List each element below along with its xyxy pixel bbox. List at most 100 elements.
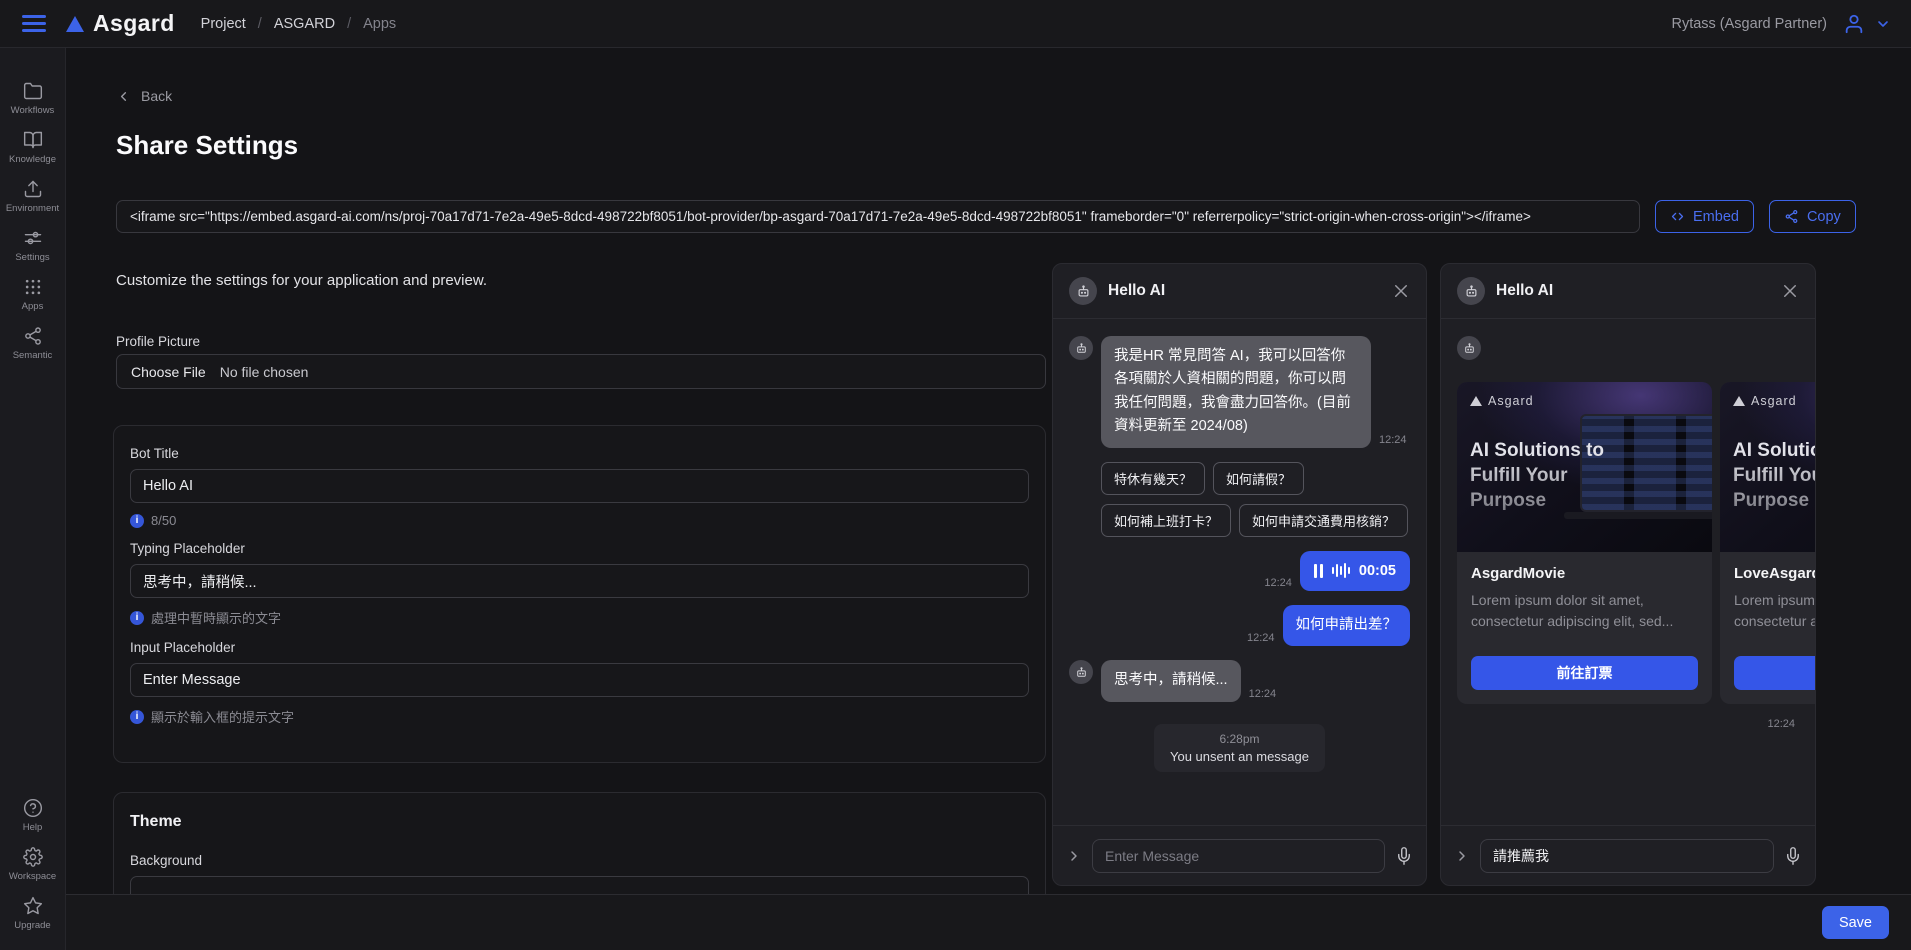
sidebar-item-label: Help <box>23 822 43 833</box>
account-name: Rytass (Asgard Partner) <box>1671 16 1827 32</box>
message-timestamp: 12:24 <box>1457 718 1795 732</box>
sidebar-item-workspace[interactable]: Workspace <box>0 840 65 889</box>
bot-title-counter: 8/50 <box>151 513 176 528</box>
sidebar-item-label: Environment <box>6 203 59 214</box>
input-placeholder-input[interactable] <box>130 663 1029 697</box>
close-icon[interactable] <box>1392 282 1410 300</box>
sidebar-item-label: Settings <box>15 252 49 263</box>
chevron-right-icon[interactable] <box>1066 848 1082 864</box>
quick-replies-row-1: 特休有幾天？ 如何請假？ <box>1101 462 1410 495</box>
copy-button[interactable]: Copy <box>1769 200 1856 233</box>
sidebar-item-label: Knowledge <box>9 154 56 165</box>
quick-reply-chip[interactable]: 如何補上班打卡？ <box>1101 504 1231 537</box>
sidebar-item-semantic[interactable]: Semantic <box>0 319 65 368</box>
profile-picture-file-input[interactable]: Choose File No file chosen <box>116 354 1046 389</box>
sidebar-item-environment[interactable]: Environment <box>0 172 65 221</box>
back-button[interactable]: Back <box>116 88 172 104</box>
chevron-left-icon <box>116 89 131 104</box>
bot-avatar-icon <box>1457 277 1485 305</box>
logo-triangle-icon <box>66 16 84 32</box>
embed-code-input[interactable] <box>116 200 1640 233</box>
close-icon[interactable] <box>1781 282 1799 300</box>
card-hero-image: Asgard AI Solutions to Fulfill Your Purp… <box>1457 382 1712 552</box>
menu-icon[interactable] <box>22 15 46 32</box>
chat2-input-bar <box>1441 825 1815 885</box>
pause-icon[interactable] <box>1314 564 1323 578</box>
chat2-message-input[interactable] <box>1480 839 1774 873</box>
choose-file-button[interactable]: Choose File <box>131 364 206 380</box>
sidebar-item-upgrade[interactable]: Upgrade <box>0 889 65 938</box>
card-body: AsgardMovie Lorem ipsum dolor sit amet, … <box>1457 552 1712 704</box>
logo-triangle-icon <box>1733 396 1745 406</box>
chat1-input-bar <box>1053 825 1426 885</box>
card-asgardmovie[interactable]: Asgard AI Solutions to Fulfill Your Purp… <box>1457 382 1712 704</box>
chat1-title: Hello AI <box>1108 282 1165 300</box>
typing-placeholder-helper-row: 處理中暫時顯示的文字 <box>130 608 1029 627</box>
microphone-icon[interactable] <box>1395 847 1413 865</box>
chevron-right-icon[interactable] <box>1454 848 1470 864</box>
bot-avatar-icon <box>1069 336 1093 360</box>
bot-avatar-icon <box>1069 660 1093 684</box>
card-loveasgard[interactable]: Asgard AI Solutions to Fulfill Your Purp… <box>1720 382 1815 704</box>
card-brand-name: Asgard <box>1488 394 1534 408</box>
user-icon[interactable] <box>1843 13 1865 35</box>
page-title: Share Settings <box>116 130 298 161</box>
breadcrumb-project[interactable]: Project <box>201 16 246 32</box>
typing-placeholder-helper: 處理中暫時顯示的文字 <box>151 608 281 627</box>
share-icon <box>1784 209 1799 224</box>
typing-placeholder-input[interactable] <box>130 564 1029 598</box>
quick-reply-chip[interactable]: 如何申請交通費用核銷？ <box>1239 504 1408 537</box>
bot-avatar-icon <box>1457 336 1481 360</box>
book-icon <box>23 130 43 150</box>
footer-bar: Save <box>66 894 1911 950</box>
chevron-down-icon[interactable] <box>1875 16 1891 32</box>
card-brand-logo: Asgard <box>1470 394 1534 408</box>
sidebar-item-label: Workflows <box>11 105 55 116</box>
top-navbar: Asgard Project / ASGARD / Apps Rytass (A… <box>0 0 1911 48</box>
sidebar-item-help[interactable]: Help <box>0 791 65 840</box>
bot-typing-row: 思考中，請稍候... 12:24 <box>1069 660 1410 701</box>
brand-logo[interactable]: Asgard <box>66 10 175 37</box>
waveform-icon <box>1332 563 1350 578</box>
quick-replies-row-2: 如何補上班打卡？ 如何申請交通費用核銷？ <box>1101 504 1410 537</box>
card-body: LoveAsgard Lorem ipsum dolor sit amet, c… <box>1720 552 1815 704</box>
bot-title-counter-row: 8/50 <box>130 513 1029 528</box>
sidebar-item-knowledge[interactable]: Knowledge <box>0 123 65 172</box>
info-icon <box>130 514 144 528</box>
breadcrumb-apps: Apps <box>363 16 396 32</box>
message-timestamp: 12:24 <box>1249 688 1277 702</box>
embed-button[interactable]: Embed <box>1655 200 1754 233</box>
account-area[interactable]: Rytass (Asgard Partner) <box>1671 13 1891 35</box>
input-placeholder-helper: 顯示於輸入框的提示文字 <box>151 707 294 726</box>
sidebar-item-label: Workspace <box>9 871 56 882</box>
chat1-header: Hello AI <box>1053 264 1426 319</box>
card-description: Lorem ipsum dolor sit amet, consectetur … <box>1471 590 1698 632</box>
code-icon <box>1670 209 1685 224</box>
breadcrumb-asgard[interactable]: ASGARD <box>274 16 335 32</box>
info-icon <box>130 710 144 724</box>
sidebar-item-label: Apps <box>22 301 44 312</box>
background-input[interactable] <box>130 876 1029 894</box>
card-action-button[interactable]: 前往訂票 <box>1734 656 1815 690</box>
sidebar-item-settings[interactable]: Settings <box>0 221 65 270</box>
logo-triangle-icon <box>1470 396 1482 406</box>
star-icon <box>23 896 43 916</box>
message-timestamp: 12:24 <box>1379 434 1407 448</box>
embed-button-label: Embed <box>1693 209 1739 225</box>
sidebar-item-apps[interactable]: Apps <box>0 270 65 319</box>
left-sidebar: Workflows Knowledge Environment Settings… <box>0 48 66 950</box>
profile-picture-label: Profile Picture <box>116 334 200 349</box>
bot-title-input[interactable] <box>130 469 1029 503</box>
theme-heading: Theme <box>130 813 1029 831</box>
microphone-icon[interactable] <box>1784 847 1802 865</box>
quick-reply-chip[interactable]: 特休有幾天？ <box>1101 462 1205 495</box>
sidebar-item-workflows[interactable]: Workflows <box>0 74 65 123</box>
save-button[interactable]: Save <box>1822 906 1889 939</box>
bot-title-label: Bot Title <box>130 446 1029 461</box>
quick-reply-chip[interactable]: 如何請假？ <box>1213 462 1304 495</box>
card-title: LoveAsgard <box>1734 565 1815 582</box>
audio-message-player[interactable]: 00:05 <box>1300 551 1410 591</box>
card-action-button[interactable]: 前往訂票 <box>1471 656 1698 690</box>
chat1-message-input[interactable] <box>1092 839 1385 873</box>
user-message-row: 12:24 如何申請出差？ <box>1069 605 1410 646</box>
